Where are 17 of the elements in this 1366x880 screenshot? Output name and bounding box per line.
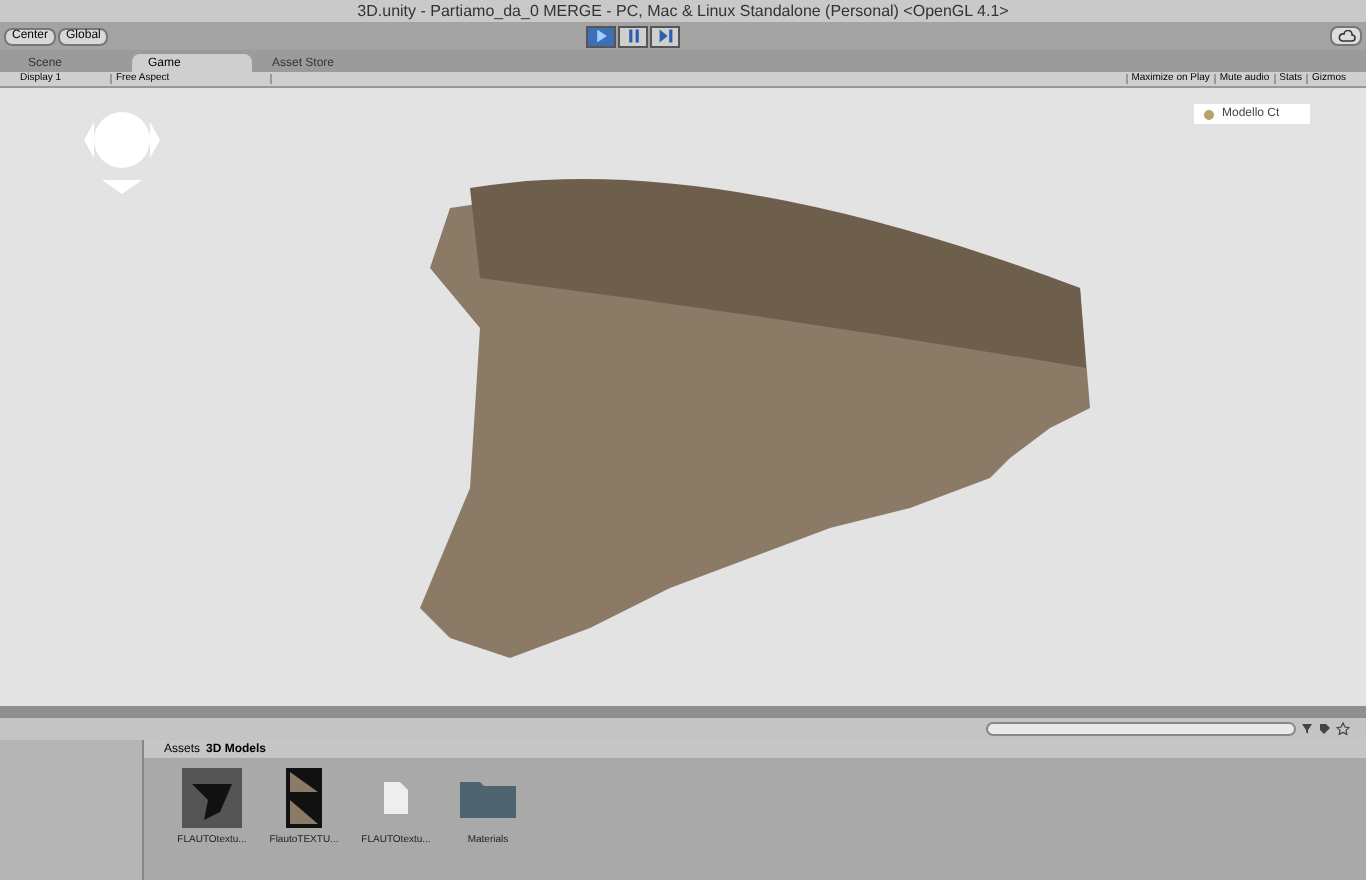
- cloud-button[interactable]: [1330, 26, 1362, 46]
- step-icon: [657, 28, 673, 44]
- folder-icon: [458, 776, 518, 820]
- step-button[interactable]: [650, 25, 680, 47]
- star-icon[interactable]: [1336, 722, 1350, 736]
- play-button[interactable]: [586, 25, 616, 47]
- file-icon: [382, 780, 410, 816]
- search-field[interactable]: [986, 722, 1296, 736]
- texture-thumbnail: [286, 768, 322, 828]
- pause-button[interactable]: [618, 25, 648, 47]
- window-title: 3D.unity - Partiamo_da_0 MERGE - PC, Mac & Linux Standalone (Personal) <OpenGL 4.1>: [357, 3, 1009, 19]
- model-thumbnail: [182, 768, 242, 828]
- filter-icon[interactable]: [1300, 722, 1314, 736]
- play-icon: [593, 28, 609, 44]
- tag-icon[interactable]: [1318, 722, 1332, 736]
- cloud-icon: [1337, 30, 1355, 42]
- pause-icon: [625, 28, 641, 44]
